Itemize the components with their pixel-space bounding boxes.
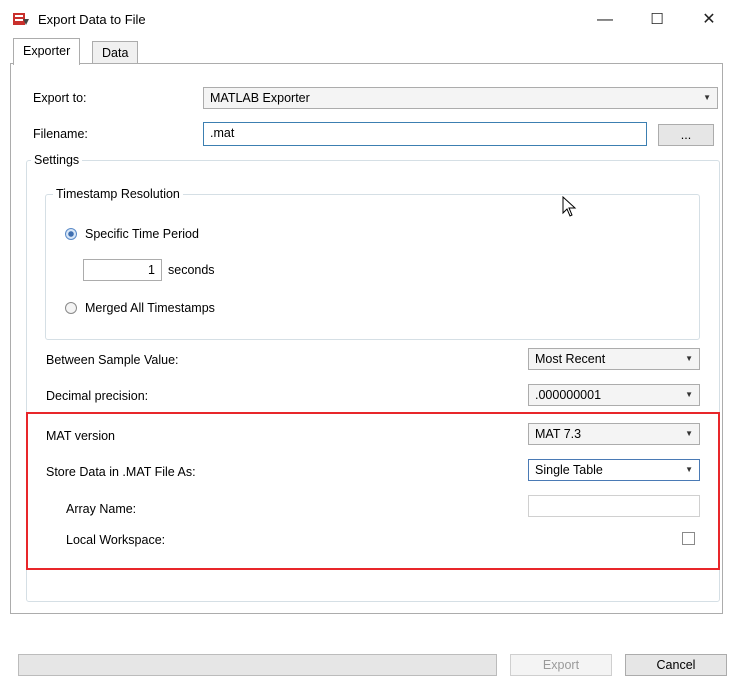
specific-time-radio[interactable] [65,228,77,240]
decimal-precision-value: .000000001 [535,388,602,402]
store-as-label: Store Data in .MAT File As: [46,465,196,479]
maximize-button[interactable]: ☐ [637,6,677,34]
cancel-button[interactable]: Cancel [625,654,727,676]
between-sample-select[interactable]: Most Recent ▼ [528,348,700,370]
close-button[interactable]: ✕ [689,6,729,34]
period-input[interactable]: 1 [83,259,162,281]
filename-input[interactable]: .mat [203,122,647,146]
array-name-input[interactable] [528,495,700,517]
timestamp-legend: Timestamp Resolution [53,187,183,201]
window-title: Export Data to File [38,12,146,27]
minimize-button[interactable]: — [585,6,625,34]
chevron-down-icon: ▼ [685,390,693,399]
tab-exporter[interactable]: Exporter [13,38,81,65]
tab-data[interactable]: Data [92,41,139,64]
chevron-down-icon: ▼ [703,93,711,102]
mouse-cursor-icon [562,196,577,217]
settings-legend: Settings [31,153,83,167]
export-to-label: Export to: [33,91,87,105]
title-bar: Export Data to File — ☐ ✕ [0,0,737,40]
array-name-label: Array Name: [66,502,137,516]
decimal-precision-label: Decimal precision: [46,389,149,403]
export-button[interactable]: Export [510,654,612,676]
store-as-value: Single Table [535,463,603,477]
period-unit-label: seconds [168,263,215,277]
decimal-precision-select[interactable]: .000000001 ▼ [528,384,700,406]
export-matlab-icon [13,13,29,25]
browse-button[interactable]: ... [658,124,714,146]
store-as-select[interactable]: Single Table ▼ [528,459,700,481]
between-sample-label: Between Sample Value: [46,353,179,367]
specific-time-label: Specific Time Period [85,227,199,241]
local-workspace-label: Local Workspace: [66,533,166,547]
merged-timestamps-label: Merged All Timestamps [85,301,215,315]
filename-label: Filename: [33,127,88,141]
chevron-down-icon: ▼ [685,354,693,363]
local-workspace-checkbox[interactable] [682,532,695,545]
progress-bar [18,654,497,676]
export-to-select[interactable]: MATLAB Exporter ▼ [203,87,718,109]
merged-timestamps-radio[interactable] [65,302,77,314]
mat-version-select[interactable]: MAT 7.3 ▼ [528,423,700,445]
chevron-down-icon: ▼ [685,465,693,474]
mat-version-value: MAT 7.3 [535,427,582,441]
mat-version-label: MAT version [46,429,116,443]
between-sample-value: Most Recent [535,352,606,366]
export-to-value: MATLAB Exporter [210,91,310,105]
chevron-down-icon: ▼ [685,429,693,438]
